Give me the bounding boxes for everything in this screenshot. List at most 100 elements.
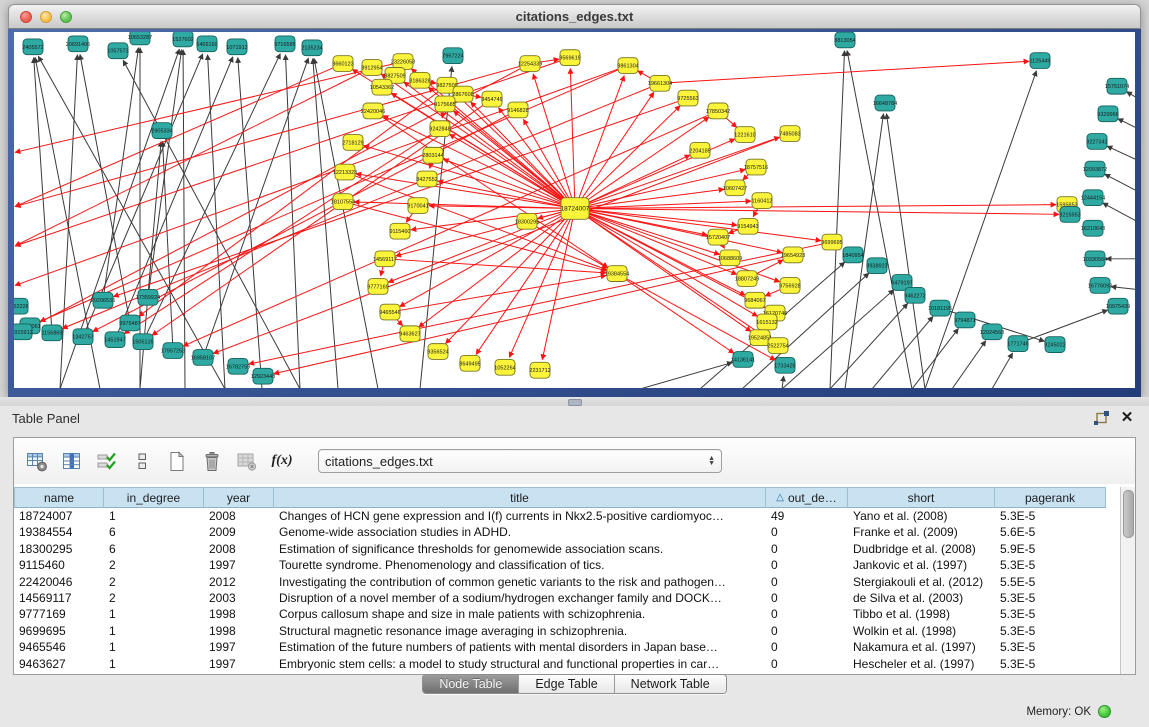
delete-table-icon	[201, 451, 223, 472]
network-edge	[952, 341, 986, 388]
table-row[interactable]: 946362711997Embryonic stem cells: a mode…	[14, 656, 1106, 672]
network-edge	[446, 209, 575, 344]
cell-short: Jankovic et al. (1997)	[848, 557, 995, 573]
network-focus-frame: 1872400719384554866012389129542322605898…	[8, 29, 1141, 397]
split-view-icon	[131, 451, 153, 472]
table-scrollbar[interactable]	[1120, 487, 1135, 674]
network-node-label: 1052264	[494, 365, 515, 371]
network-node-label: 9861304	[617, 64, 638, 70]
cell-year: 1997	[204, 557, 274, 573]
network-node-label: 7957224	[442, 54, 463, 60]
table-row[interactable]: 911546021997Tourette syndrome. Phenomeno…	[14, 557, 1106, 573]
cell-short: de Silva et al. (2003)	[848, 590, 995, 606]
cell-title: Tourette syndrome. Phenomenology and cla…	[274, 557, 766, 573]
select-rows-button[interactable]	[94, 448, 120, 474]
table-row[interactable]: 1456911722003Disruption of a novel membe…	[14, 590, 1106, 606]
network-node-label: 2867608	[452, 92, 473, 98]
network-node-label: 1615132	[756, 320, 777, 326]
cell-short: Yano et al. (2008)	[848, 508, 995, 524]
network-edge	[782, 290, 894, 388]
table-body: 1872400712008Changes of HCN gene express…	[14, 508, 1106, 674]
table-select-dropdown[interactable]: citations_edges.txt ▲▼	[318, 449, 722, 473]
network-edge	[449, 134, 575, 208]
network-node-label: 12093872	[1083, 167, 1107, 173]
cell-year: 2009	[204, 524, 274, 540]
column-header-in-degree[interactable]: in_degree	[104, 487, 204, 508]
tab-network-table[interactable]: Network Table	[615, 675, 726, 693]
network-node-label: 1342757	[72, 335, 93, 341]
network-node-label: 18300295	[515, 219, 539, 225]
network-node-label: 14569117	[373, 257, 397, 263]
cell-in_degree: 1	[104, 606, 204, 622]
cell-in_degree: 2	[104, 590, 204, 606]
column-header-pagerank[interactable]: pagerank	[995, 487, 1106, 508]
cell-short: Franke et al. (2009)	[848, 524, 995, 540]
network-canvas[interactable]: 1872400719384554866012389129542322605898…	[14, 32, 1135, 388]
network-node-label: 16648784	[873, 101, 897, 107]
memory-ok-indicator[interactable]	[1098, 705, 1111, 718]
network-node-label: 12924568	[980, 330, 1004, 336]
function-builder-icon: f(x)	[272, 453, 293, 469]
network-edge	[1103, 203, 1135, 226]
cell-title: Estimation of significance thresholds fo…	[274, 541, 766, 557]
delete-table-button[interactable]	[199, 448, 225, 474]
network-edge	[992, 353, 1013, 388]
scrollbar-thumb[interactable]	[1123, 490, 1134, 538]
close-panel-button[interactable]: ✕	[1117, 409, 1137, 427]
network-node-label: 1733426	[774, 363, 795, 369]
tab-node-table[interactable]: Node Table	[423, 675, 519, 693]
network-node-label: 19654923	[781, 253, 805, 259]
table-row[interactable]: 1938455462009Genome-wide association stu…	[14, 524, 1106, 540]
column-header-out-degree[interactable]: △out_de…	[766, 487, 848, 508]
network-node-label: 10330564	[1083, 257, 1107, 263]
network-edge	[887, 114, 925, 388]
cell-out_degree: 0	[766, 557, 848, 573]
tab-edge-table[interactable]: Edge Table	[519, 675, 614, 693]
network-node-label: 23226058	[391, 60, 415, 66]
new-table-button[interactable]	[164, 448, 190, 474]
close-icon: ✕	[1121, 411, 1134, 425]
column-header-title[interactable]: title	[274, 487, 766, 508]
cell-name: 9699695	[14, 623, 104, 639]
cell-name: 9777169	[14, 606, 104, 622]
network-edge	[640, 362, 732, 388]
import-table-icon	[236, 451, 258, 472]
network-node-label: 15720407	[706, 235, 730, 241]
cell-out_degree: 0	[766, 606, 848, 622]
split-view-button[interactable]	[129, 448, 155, 474]
column-header-year[interactable]: year	[204, 487, 274, 508]
table-row[interactable]: 2242004622012Investigating the contribut…	[14, 574, 1106, 590]
cell-year: 2008	[204, 541, 274, 557]
window-titlebar[interactable]: citations_edges.txt	[8, 4, 1141, 29]
column-header-name[interactable]: name	[14, 487, 104, 508]
cell-short: Hescheler et al. (1997)	[848, 656, 995, 672]
network-node-label: 1221610	[734, 133, 755, 139]
table-row[interactable]: 1830029562008Estimation of significance …	[14, 541, 1106, 557]
network-node-label: 1451947	[104, 338, 125, 344]
table-settings-button[interactable]	[24, 448, 50, 474]
table-row[interactable]: 977716911998Corpus callosum shape and si…	[14, 606, 1106, 622]
network-node-label: 10975439	[1106, 304, 1130, 310]
network-edge	[575, 209, 1059, 215]
network-edge	[575, 106, 680, 209]
column-header-short[interactable]: short	[848, 487, 995, 508]
network-node-label: 22420046	[361, 109, 385, 115]
splitter-handle[interactable]	[568, 399, 582, 406]
select-columns-button[interactable]	[59, 448, 85, 474]
network-node-label: 2522754	[767, 344, 788, 350]
network-node-label: 9154943	[737, 224, 758, 230]
table-row[interactable]: 946554611997Estimation of the future num…	[14, 639, 1106, 655]
cell-year: 1997	[204, 639, 274, 655]
table-row[interactable]: 969969511998Structural magnetic resonanc…	[14, 623, 1106, 639]
cell-pagerank: 5.3E-5	[995, 623, 1106, 639]
float-panel-button[interactable]	[1091, 409, 1111, 427]
cell-out_degree: 0	[766, 639, 848, 655]
network-node-label: 8215953	[1059, 212, 1080, 218]
network-node-label: 1071913	[226, 45, 247, 51]
import-table-button[interactable]	[234, 448, 260, 474]
network-node-label: 9716585	[274, 42, 295, 48]
cell-year: 2012	[204, 574, 274, 590]
function-builder-button[interactable]: f(x)	[269, 448, 295, 474]
network-node-label: 9329966	[1097, 112, 1118, 118]
table-row[interactable]: 1872400712008Changes of HCN gene express…	[14, 508, 1106, 524]
